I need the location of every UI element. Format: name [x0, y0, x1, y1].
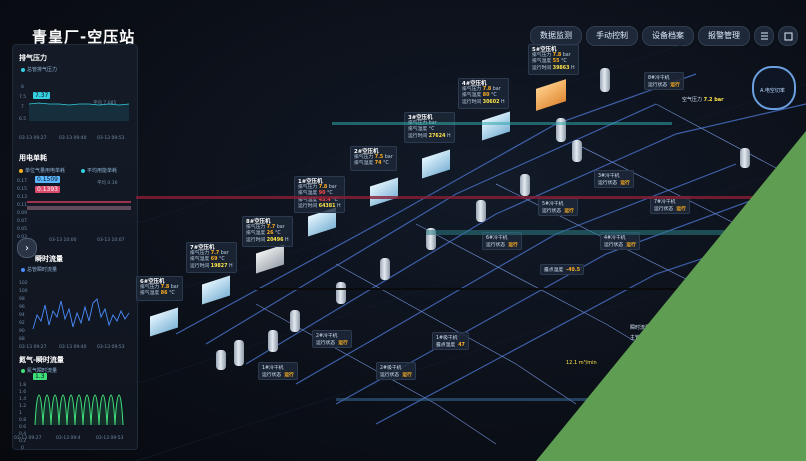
data-monitor-button[interactable]: 数据监测	[530, 26, 582, 46]
storage-tank[interactable]	[520, 174, 530, 196]
adsorption-dryer-2-tag[interactable]: 2#吸干机 运行状态 运行	[376, 362, 416, 380]
pressure-title: 排气压力	[19, 54, 47, 62]
x-tick: 03-13 09:27	[14, 436, 42, 441]
compressor-7-card[interactable]: 7#空压机 排气压力 7.7 bar 排气温度 69 °C 运行时间 19827…	[186, 242, 237, 273]
dryer-1-tag[interactable]: 1#冷干机 运行状态 运行	[258, 362, 298, 380]
x-tick: 03-13 10:07	[97, 238, 125, 243]
dryer-2-tag[interactable]: 2#冷干机 运行状态 运行	[312, 330, 352, 348]
x-tick: 03-13 09:27	[19, 136, 47, 141]
compressor-1-card[interactable]: 1#空压机 排气压力 7.8 bar 排气温度 90 °C 排气温度 45.4 …	[294, 176, 345, 214]
storage-tank[interactable]	[336, 282, 346, 304]
x-tick: 03-13 10:00	[49, 238, 77, 243]
x-tick: 03-13 09:4	[56, 436, 81, 441]
flow-right-note: 平均 0.16	[97, 181, 118, 186]
app-root: 青皇厂-空压站 数据监测 手动控制 设备档案 报警管理 排气压力 总管排气压力 …	[0, 0, 806, 461]
header: 青皇厂-空压站 数据监测 手动控制 设备档案 报警管理	[0, 0, 806, 46]
adsorption-dryer-1-tag[interactable]: 1#吸干机 露点温度 47	[432, 332, 469, 350]
x-tick: 03-13 09:27	[19, 345, 47, 350]
storage-tank[interactable]	[234, 340, 244, 366]
compressor-4-card[interactable]: 4#空压机 排气压力 7.8 bar 排气温度 80 °C 运行时间 30602…	[458, 78, 509, 109]
y-tick: 0.15	[17, 187, 28, 192]
pressure-legend: 总管排气压力	[21, 66, 57, 73]
compressor-5-card[interactable]: 5#空压机 排气压力 7.8 bar 排气温度 55 °C 运行时间 39863…	[528, 44, 579, 75]
storage-tank[interactable]	[290, 310, 300, 332]
instant-legend: 总管瞬时流量	[21, 266, 57, 273]
instant-title: 瞬时流量	[35, 255, 63, 263]
flow-chart	[27, 201, 131, 210]
compressor-8-card[interactable]: 8#空压机 排气压力 7.7 bar 排气温度 26 °C 运行时间 20496…	[242, 216, 293, 247]
y-tick: 0	[21, 446, 24, 451]
flow-badge-b: 0.1393	[35, 186, 60, 193]
compressor-6-card[interactable]: 6#空压机 排气压力 7.8 bar 排气温度 86 °C	[136, 276, 183, 301]
air-pressure-label: 空气压力 7.2 bar	[682, 97, 724, 103]
y-tick: 0.05	[17, 227, 28, 232]
corner-overlay	[536, 131, 806, 461]
instant-chart	[32, 298, 130, 330]
y-tick: 0.07	[17, 219, 28, 224]
storage-tank[interactable]	[476, 200, 486, 222]
glitch-band	[332, 122, 672, 125]
storage-tank[interactable]	[380, 258, 390, 280]
list-icon[interactable]	[754, 26, 774, 46]
alarm-manage-button[interactable]: 报警管理	[698, 26, 750, 46]
manual-control-button[interactable]: 手动控制	[586, 26, 638, 46]
device-archive-button[interactable]: 设备档案	[642, 26, 694, 46]
y-tick: 0.17	[17, 179, 28, 184]
nitrogen-title: 氮气-瞬时流量	[19, 356, 64, 364]
x-tick: 03-13 09:40	[59, 345, 87, 350]
flow-badge-a: 0.1509	[35, 176, 60, 183]
storage-tank[interactable]	[216, 350, 226, 370]
flow-title: 用电单耗	[19, 154, 47, 162]
y-tick: 8	[21, 85, 24, 90]
nitrogen-badge: 1.3	[33, 373, 47, 380]
flow-legend-b: 平均用能单耗	[81, 167, 117, 174]
x-tick: 03-13 09:40	[59, 136, 87, 141]
x-tick: 03-13 09:53	[97, 136, 125, 141]
x-tick: 03-13 09:53	[97, 345, 125, 350]
x-tick: 03-13 09:53	[96, 436, 124, 441]
compressor-2-card[interactable]: 2#空压机 排气压力 7.5 bar 排气温度 74 °C	[350, 146, 397, 171]
collapse-panel-button[interactable]: ›	[17, 238, 37, 258]
pressure-chart	[28, 102, 130, 121]
storage-tank[interactable]	[600, 68, 610, 92]
nitrogen-chart	[34, 394, 124, 426]
fullscreen-icon[interactable]	[778, 26, 798, 46]
compressor-3-card[interactable]: 3#空压机 排气压力 bar 排气温度 °C 运行时间 27624 H	[404, 112, 455, 143]
storage-tank[interactable]	[268, 330, 278, 352]
flow-legend-a: 单位气量用电单耗	[19, 167, 65, 174]
dryer-8-tag[interactable]: 8#冷干机 运行状态 运行	[644, 72, 684, 90]
efficiency-gauge-label: A.电空切率	[760, 88, 785, 94]
